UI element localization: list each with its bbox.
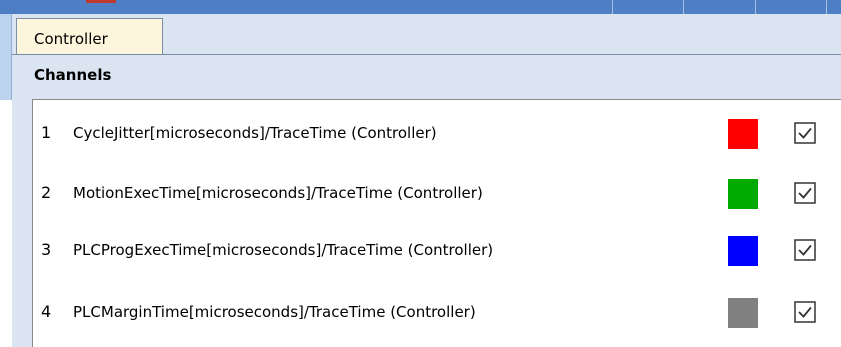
toolbar-separator (612, 0, 613, 14)
channel-row[interactable]: 2 MotionExecTime[microseconds]/TraceTime… (33, 173, 841, 213)
channel-index: 3 (41, 240, 52, 259)
channel-color-swatch[interactable] (728, 119, 758, 149)
channel-checkbox[interactable] (794, 182, 816, 204)
channel-name: PLCMarginTime[microseconds]/TraceTime (C… (73, 303, 476, 321)
channel-row[interactable]: 1 CycleJitter[microseconds]/TraceTime (C… (33, 113, 841, 153)
toolbar-separator (826, 0, 827, 14)
channel-color-swatch[interactable] (728, 298, 758, 328)
channel-name: PLCProgExecTime[microseconds]/TraceTime … (73, 241, 494, 259)
channel-color-swatch[interactable] (728, 179, 758, 209)
window-top-strip (0, 0, 841, 15)
channel-index: 1 (41, 123, 52, 142)
channel-row[interactable]: 4 PLCMarginTime[microseconds]/TraceTime … (33, 292, 841, 332)
channel-list: 1 CycleJitter[microseconds]/TraceTime (C… (32, 99, 841, 347)
channel-name: MotionExecTime[microseconds]/TraceTime (… (73, 184, 483, 202)
channel-row[interactable]: 3 PLCProgExecTime[microseconds]/TraceTim… (33, 230, 841, 270)
tab-controller-label: Controller (34, 30, 108, 48)
window-accent (86, 0, 116, 3)
channel-color-swatch[interactable] (728, 236, 758, 266)
channel-index: 4 (41, 302, 52, 321)
channel-checkbox[interactable] (794, 122, 816, 144)
tab-strip-border (12, 54, 841, 55)
channel-checkbox[interactable] (794, 301, 816, 323)
channel-name: CycleJitter[microseconds]/TraceTime (Con… (73, 124, 437, 142)
channel-index: 2 (41, 183, 52, 202)
left-splitter[interactable] (0, 14, 12, 100)
toolbar-separator (755, 0, 756, 14)
toolbar-separator (683, 0, 684, 14)
channel-checkbox[interactable] (794, 239, 816, 261)
section-title: Channels (34, 66, 112, 84)
